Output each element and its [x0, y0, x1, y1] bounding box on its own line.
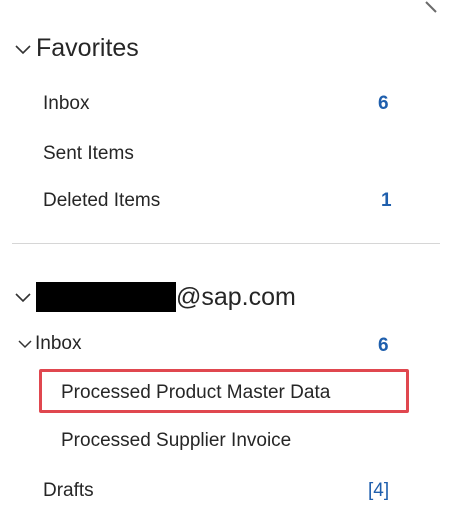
favorites-title: Favorites: [36, 34, 139, 62]
account-inbox-label: Inbox: [35, 333, 82, 354]
account-email-domain: @sap.com: [176, 282, 296, 311]
account-header[interactable]: @sap.com: [14, 282, 296, 312]
resize-grip-icon: [425, 1, 437, 13]
subfolder-processed-product-master-data[interactable]: Processed Product Master Data: [61, 382, 330, 404]
favorites-item-deleted-items[interactable]: Deleted Items: [43, 190, 160, 212]
chevron-down-icon: [15, 293, 31, 303]
favorites-item-inbox[interactable]: Inbox: [43, 93, 89, 115]
favorites-header[interactable]: Favorites: [14, 34, 139, 63]
account-inbox-folder[interactable]: Inbox: [18, 333, 81, 355]
chevron-down-icon: [15, 44, 31, 54]
chevron-down-icon: [18, 340, 32, 349]
subfolder-processed-supplier-invoice[interactable]: Processed Supplier Invoice: [61, 430, 291, 452]
favorites-item-sent-items[interactable]: Sent Items: [43, 143, 134, 165]
redacted-email-block: [36, 282, 176, 312]
drafts-count: [4]: [368, 480, 390, 501]
favorites-inbox-unread-count: 6: [378, 93, 389, 114]
favorites-deleted-unread-count: 1: [381, 190, 392, 211]
folder-drafts[interactable]: Drafts: [43, 480, 94, 502]
account-inbox-unread-count: 6: [378, 335, 389, 356]
section-divider: [12, 243, 440, 244]
